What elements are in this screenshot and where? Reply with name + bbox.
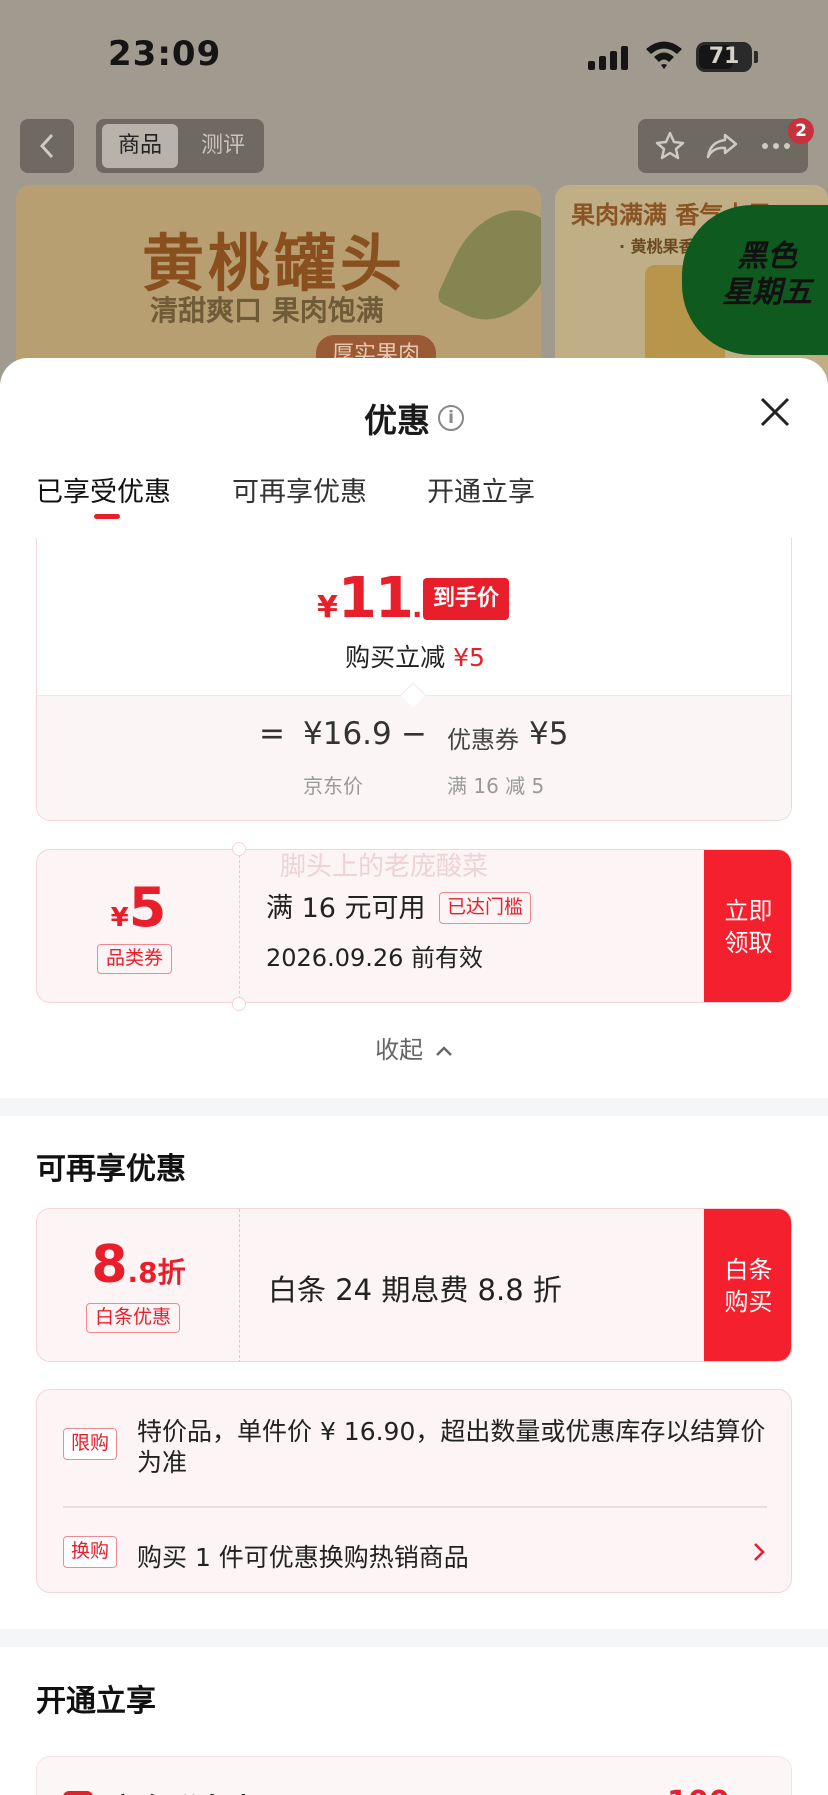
baitiao-value-area: 8.8折 白条优惠 <box>37 1209 240 1361</box>
star-icon <box>655 131 685 160</box>
info-icon[interactable]: i <box>438 405 464 431</box>
coupon-condition: 满 16 元可用 <box>266 893 426 924</box>
coupon-amount-value: 5 <box>128 876 167 939</box>
claim-button-line2: 领取 <box>724 929 773 957</box>
jd-price-label: 京东价 <box>303 774 363 798</box>
swap-text[interactable]: 购买 1 件可优惠换购热销商品 <box>137 1538 469 1574</box>
background-page: 23:09 71 商品 测评 2 黄桃罐头 清甜爽口 果肉饱满 厚实果肉 果肉满… <box>0 0 828 400</box>
section-divider <box>0 1098 828 1116</box>
promo-badge-line2: 星期五 <box>722 275 812 310</box>
status-time: 23:09 <box>108 34 222 74</box>
favorite-button[interactable] <box>650 126 690 166</box>
tab-enjoyed[interactable]: 已享受优惠 <box>36 470 171 509</box>
share-icon <box>706 133 738 159</box>
open-offer-value: 100 <box>667 1785 730 1795</box>
limit-text: 特价品，单件价 ¥ 16.90，超出数量或优惠库存以结算价为准 <box>137 1417 766 1477</box>
calc-minus: − <box>401 716 427 752</box>
black-friday-badge[interactable]: 黑色 星期五 <box>682 205 828 355</box>
coupon-currency: ¥ <box>110 903 129 933</box>
discount-sheet: 优惠 i 已享受优惠 可再享优惠 开通立享 ¥ 11 .9 到手价 购买立减 ¥… <box>0 358 828 1795</box>
coupon-amount: ¥5 <box>37 876 240 939</box>
tab-more-discounts[interactable]: 可再享优惠 <box>232 470 367 509</box>
coupon-status-tag: 已达门槛 <box>439 892 532 924</box>
baitiao-discount: 8.8折 <box>37 1235 240 1295</box>
section-divider-2 <box>0 1629 828 1647</box>
open-offer-text: 京东联名卡 <box>109 1785 259 1795</box>
final-price-currency: ¥ <box>317 590 338 625</box>
limit-tag: 限购 <box>63 1428 118 1460</box>
watermark: 脚头上的老庞酸菜 <box>280 852 489 882</box>
final-price-tag: 到手价 <box>423 578 510 620</box>
tab-open-enjoy[interactable]: 开通立享 <box>427 470 535 509</box>
claim-button-line1: 立即 <box>724 897 773 925</box>
final-price-integer: 11 <box>337 566 414 631</box>
back-icon <box>39 133 54 159</box>
instant-discount-label: 购买立减 <box>345 643 446 672</box>
claim-coupon-button[interactable]: 立即 领取 <box>704 850 791 1002</box>
open-offer-card[interactable]: 京东联名卡 100 <box>36 1756 792 1795</box>
jd-price: ¥16.9 <box>303 716 392 752</box>
coupon-notch-top <box>232 842 246 856</box>
coupon-value-area: ¥5 品类券 <box>37 850 240 1002</box>
limit-card: 限购 特价品，单件价 ¥ 16.90，超出数量或优惠库存以结算价为准 换购 购买… <box>36 1389 792 1593</box>
sheet-title-row: 优惠 i <box>0 394 828 442</box>
more-icon <box>762 143 790 149</box>
tab-product[interactable]: 商品 <box>102 124 178 168</box>
baitiao-card: 8.8折 白条优惠 白条 24 期息费 8.8 折 白条购买 <box>36 1208 792 1362</box>
battery-tip <box>754 51 758 63</box>
wifi-icon <box>646 41 682 69</box>
price-calculation: = ¥16.9 − 优惠券 ¥5 <box>37 716 791 756</box>
limit-separator <box>63 1506 767 1508</box>
calc-equals: = <box>259 716 285 752</box>
instant-discount: 购买立减 ¥5 <box>37 638 791 674</box>
coupon-value: ¥5 <box>529 716 569 752</box>
baitiao-buy-button[interactable]: 白条 购买 <box>704 1209 791 1361</box>
instant-discount-amount: ¥5 <box>453 643 485 672</box>
notification-badge: 2 <box>788 118 814 144</box>
share-button[interactable] <box>702 126 742 166</box>
coupon-expiry: 2026.09.26 前有效 <box>266 944 484 972</box>
baitiao-tag: 白条优惠 <box>86 1303 181 1333</box>
collapse-label: 收起 <box>375 1036 424 1064</box>
coupon-notch-bottom <box>232 997 246 1011</box>
baitiao-text: 白条 24 期息费 8.8 折 <box>268 1273 562 1307</box>
price-breakdown-card: ¥ 11 .9 到手价 购买立减 ¥5 = ¥16.9 − 优惠券 ¥5 京东价… <box>36 538 792 821</box>
section-title-open: 开通立享 <box>36 1684 156 1719</box>
collapse-button[interactable]: 收起 <box>0 1030 828 1065</box>
chevron-up-icon <box>435 1046 452 1056</box>
coupon-rule: 满 16 减 5 <box>447 774 545 798</box>
baitiao-discount-big: 8 <box>91 1235 128 1295</box>
baitiao-button-line1: 白条 <box>724 1256 773 1284</box>
sheet-title: 优惠 <box>364 401 430 440</box>
calc-area <box>37 695 791 820</box>
chevron-right-icon[interactable] <box>749 1540 769 1564</box>
signal-icon <box>588 44 630 70</box>
status-bar: 23:09 71 <box>0 0 828 110</box>
close-icon[interactable] <box>757 394 793 430</box>
nav-tools <box>638 119 808 173</box>
battery-level: 71 <box>708 44 740 69</box>
battery-icon: 71 <box>696 42 752 72</box>
banner-subtitle: 清甜爽口 果肉饱满 <box>150 294 384 327</box>
tab-review[interactable]: 测评 <box>188 124 258 168</box>
coupon-type-tag: 品类券 <box>97 944 173 974</box>
baitiao-button-line2: 购买 <box>724 1288 773 1316</box>
product-tab-switch: 商品 测评 <box>96 119 264 173</box>
back-button[interactable] <box>20 119 74 173</box>
swap-tag: 换购 <box>63 1536 118 1568</box>
leaf-decoration <box>434 191 541 339</box>
coupon-label: 优惠券 <box>447 726 519 754</box>
baitiao-discount-small: .8折 <box>127 1256 186 1289</box>
tab-underline <box>94 514 120 519</box>
card-icon <box>63 1791 93 1795</box>
section-title-more: 可再享优惠 <box>36 1152 186 1187</box>
